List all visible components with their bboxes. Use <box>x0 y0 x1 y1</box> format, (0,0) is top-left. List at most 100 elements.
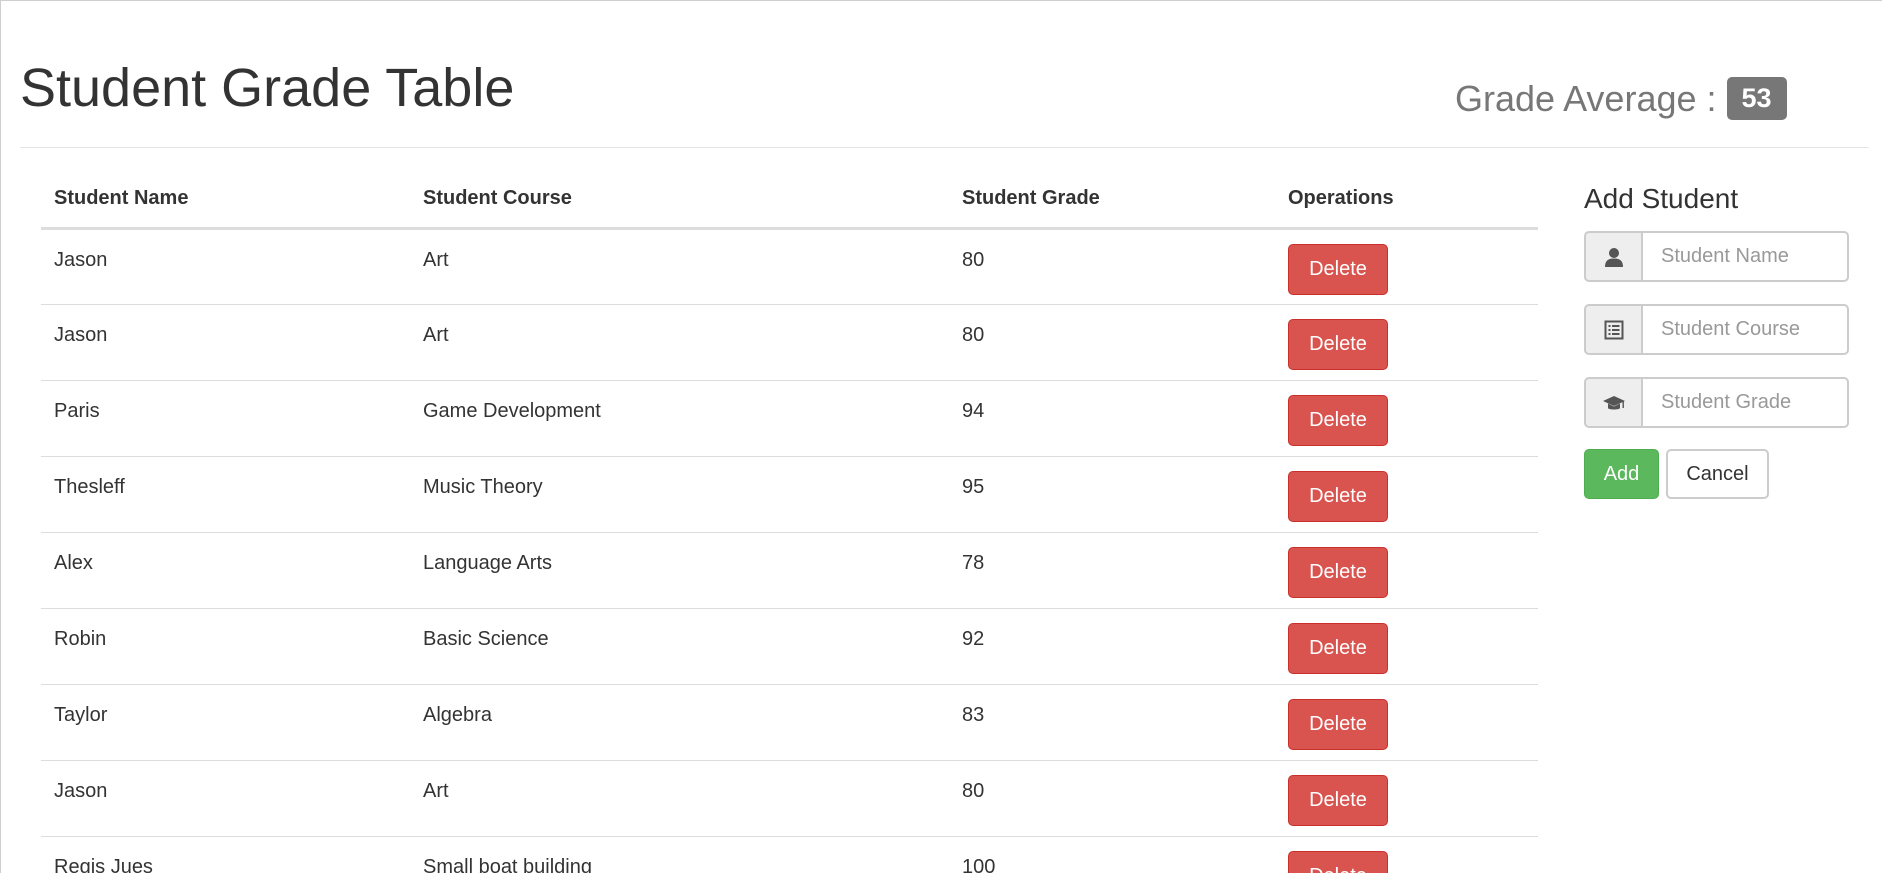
student-course-input[interactable] <box>1641 304 1849 355</box>
page-title: Student Grade Table <box>20 58 515 118</box>
table-row: Thesleff Music Theory 95 Delete <box>41 456 1538 533</box>
student-grade-cell: 100 <box>949 836 1275 873</box>
student-grade: 92 <box>962 627 985 650</box>
student-name: Regis Jues <box>54 855 153 873</box>
column-header-name: Student Name <box>41 179 410 230</box>
delete-button[interactable]: Delete <box>1288 318 1388 370</box>
student-name-cell: Jason <box>41 304 410 381</box>
student-grade-cell: 80 <box>949 760 1275 837</box>
operations-cell: Delete <box>1275 304 1538 381</box>
student-grade-cell: 80 <box>949 228 1275 305</box>
student-name-cell: Alex <box>41 532 410 609</box>
delete-button[interactable]: Delete <box>1288 243 1388 295</box>
student-name: Paris <box>54 399 100 422</box>
delete-button[interactable]: Delete <box>1288 698 1388 750</box>
table-row: Taylor Algebra 83 Delete <box>41 684 1538 761</box>
cancel-button[interactable]: Cancel <box>1666 449 1769 499</box>
student-name-cell: Jason <box>41 760 410 837</box>
student-name-cell: Robin <box>41 608 410 685</box>
table-row: Robin Basic Science 92 Delete <box>41 608 1538 685</box>
student-course: Language Arts <box>423 551 552 574</box>
student-course-cell: Algebra <box>410 684 949 761</box>
grade-average-badge: 53 <box>1726 77 1787 120</box>
graduation-cap-icon <box>1584 377 1641 428</box>
column-header-course: Student Course <box>410 179 949 230</box>
student-course: Music Theory <box>423 475 543 498</box>
user-icon <box>1584 231 1641 282</box>
operations-cell: Delete <box>1275 532 1538 609</box>
student-grade-cell: 80 <box>949 304 1275 381</box>
table-header-row: Student Name Student Course Student Grad… <box>41 179 1538 230</box>
page: Student Grade Table Grade Average : 53 S… <box>0 0 1882 873</box>
add-student-title: Add Student <box>1584 183 1739 214</box>
student-course: Art <box>423 323 449 346</box>
student-table-container: Student Name Student Course Student Grad… <box>41 179 1538 873</box>
student-grade: 95 <box>962 475 985 498</box>
student-course: Game Development <box>423 399 601 422</box>
student-course: Small boat building <box>423 855 592 873</box>
student-course-group <box>1584 304 1849 355</box>
student-grade: 80 <box>962 323 985 346</box>
student-course-cell: Basic Science <box>410 608 949 685</box>
student-name: Jason <box>54 323 108 346</box>
table-row: Alex Language Arts 78 Delete <box>41 532 1538 609</box>
table-row: Regis Jues Small boat building 100 Delete <box>41 836 1538 873</box>
student-grade-cell: 83 <box>949 684 1275 761</box>
student-grade-cell: 95 <box>949 456 1275 533</box>
student-grade: 78 <box>962 551 985 574</box>
student-course-cell: Art <box>410 228 949 305</box>
student-name-cell: Thesleff <box>41 456 410 533</box>
student-grade: 80 <box>962 779 985 802</box>
delete-button[interactable]: Delete <box>1288 470 1388 522</box>
student-grade: 83 <box>962 703 985 726</box>
column-header-operations: Operations <box>1275 179 1538 230</box>
student-grade: 100 <box>962 855 996 873</box>
student-grade-input[interactable] <box>1641 377 1849 428</box>
student-name: Thesleff <box>54 475 125 498</box>
student-course: Algebra <box>423 703 492 726</box>
page-header: Student Grade Table Grade Average : 53 <box>20 1 1869 148</box>
student-grade-group <box>1584 377 1849 428</box>
student-course: Basic Science <box>423 627 549 650</box>
column-header-grade: Student Grade <box>949 179 1275 230</box>
table-row: Paris Game Development 94 Delete <box>41 380 1538 457</box>
operations-cell: Delete <box>1275 836 1538 873</box>
list-alt-icon <box>1584 304 1641 355</box>
student-name-cell: Taylor <box>41 684 410 761</box>
student-course-cell: Game Development <box>410 380 949 457</box>
grade-average: Grade Average : 53 <box>1455 77 1787 120</box>
operations-cell: Delete <box>1275 228 1538 305</box>
delete-button[interactable]: Delete <box>1288 546 1388 598</box>
form-buttons: Add Cancel <box>1584 449 1849 499</box>
student-name-cell: Paris <box>41 380 410 457</box>
student-grade: 80 <box>962 248 985 271</box>
student-table: Student Name Student Course Student Grad… <box>41 179 1538 873</box>
student-course-cell: Language Arts <box>410 532 949 609</box>
student-grade-cell: 78 <box>949 532 1275 609</box>
student-name-group <box>1584 231 1849 282</box>
table-row: Jason Art 80 Delete <box>41 304 1538 381</box>
table-row: Jason Art 80 Delete <box>41 760 1538 837</box>
table-body: Jason Art 80 Delete Jason Art 80 Delete Paris Gam… <box>41 228 1538 873</box>
student-course-cell: Art <box>410 760 949 837</box>
student-course: Art <box>423 779 449 802</box>
delete-button[interactable]: Delete <box>1288 850 1388 873</box>
operations-cell: Delete <box>1275 380 1538 457</box>
student-grade-cell: 92 <box>949 608 1275 685</box>
student-course-cell: Music Theory <box>410 456 949 533</box>
student-course-cell: Small boat building <box>410 836 949 873</box>
delete-button[interactable]: Delete <box>1288 622 1388 674</box>
student-name-input[interactable] <box>1641 231 1849 282</box>
delete-button[interactable]: Delete <box>1288 394 1388 446</box>
student-grade-cell: 94 <box>949 380 1275 457</box>
student-name-cell: Regis Jues <box>41 836 410 873</box>
operations-cell: Delete <box>1275 608 1538 685</box>
student-name: Jason <box>54 248 108 271</box>
add-button[interactable]: Add <box>1584 449 1659 499</box>
delete-button[interactable]: Delete <box>1288 774 1388 826</box>
student-grade: 94 <box>962 399 985 422</box>
student-name: Robin <box>54 627 107 650</box>
student-name: Alex <box>54 551 93 574</box>
add-student-panel: Add Student Student Name Student Course … <box>1584 181 1849 499</box>
student-name: Jason <box>54 779 108 802</box>
